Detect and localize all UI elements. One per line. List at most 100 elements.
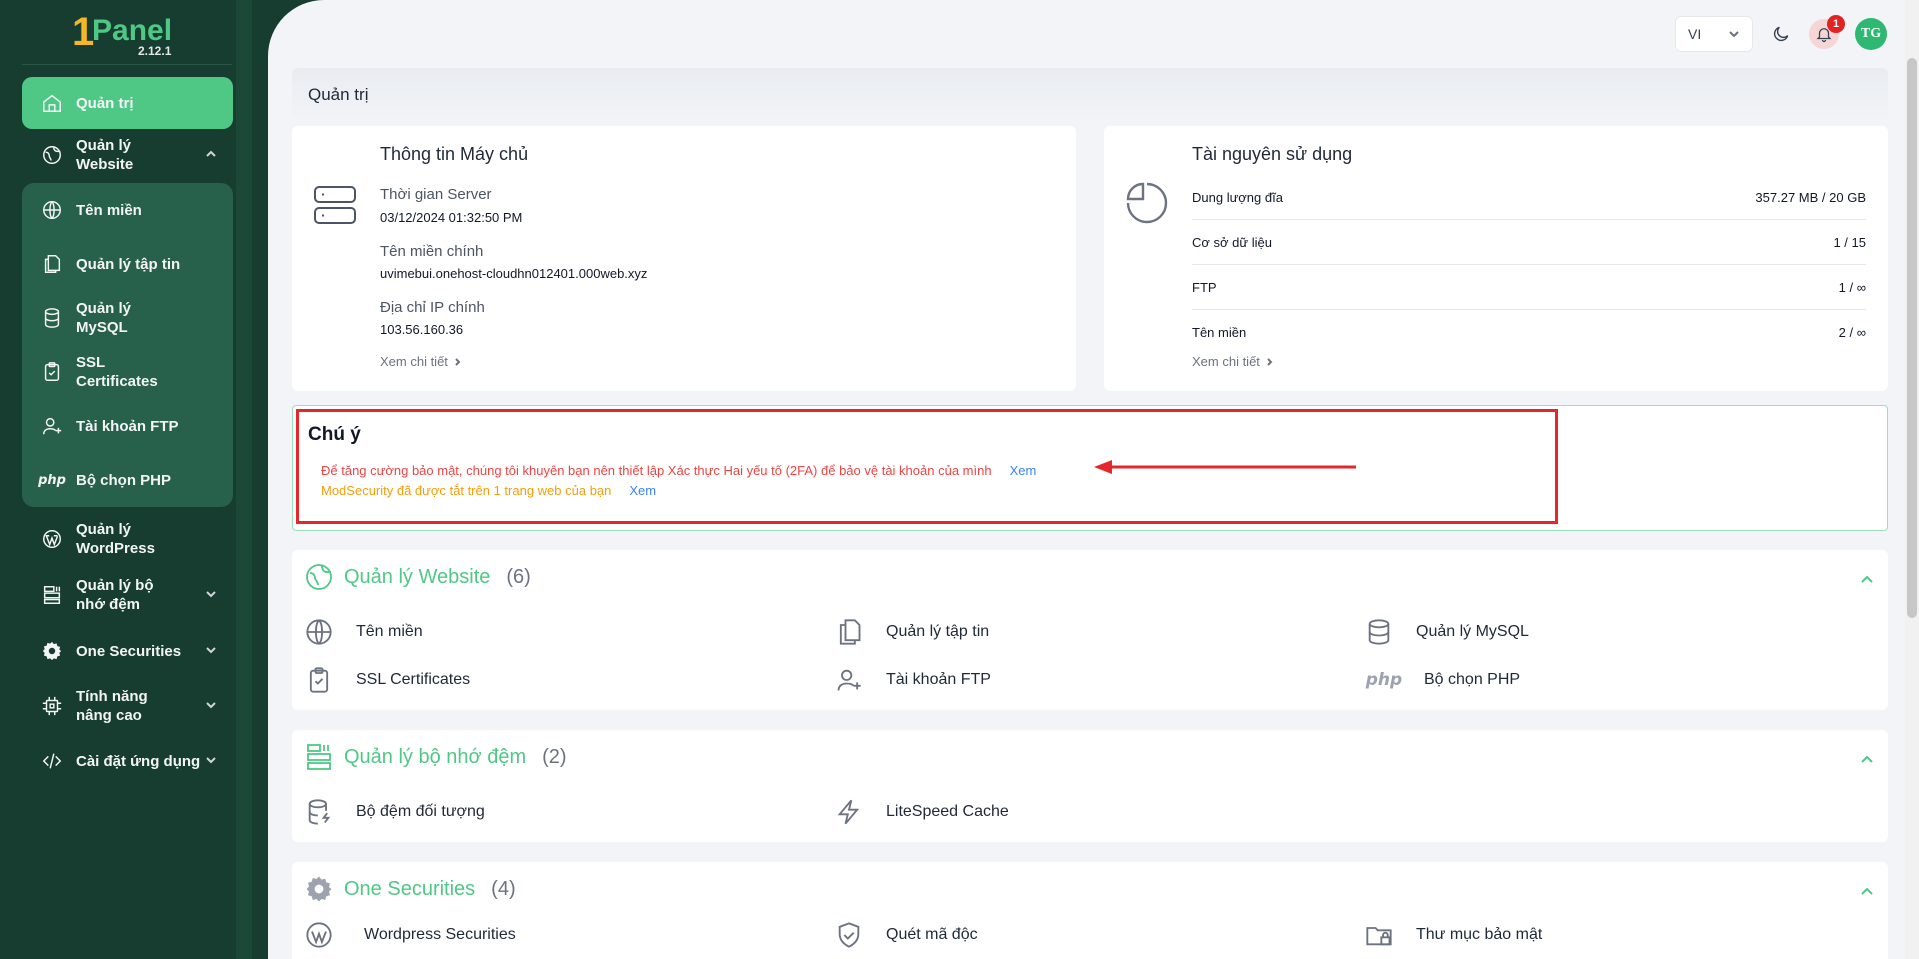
globe-icon	[40, 198, 64, 222]
server-detail-link[interactable]: Xem chi tiết	[380, 354, 462, 369]
website-item-files[interactable]: Quản lý tập tin	[834, 617, 989, 647]
resource-value: 1 / ∞	[1838, 279, 1866, 295]
server-time-label: Thời gian Server	[380, 186, 492, 203]
sidebar-item-label: Quản lý bộ nhớ đệm	[76, 577, 154, 613]
resource-row-ftp: FTP 1 / ∞	[1192, 265, 1866, 310]
resource-label: Tên miền	[1192, 325, 1247, 340]
server-icon	[312, 182, 358, 233]
website-item-ftp[interactable]: Tài khoản FTP	[834, 665, 991, 695]
primary-domain-value: uvimebui.onehost-cloudhn012401.000web.xy…	[380, 266, 648, 281]
chevron-down-icon	[1729, 31, 1739, 38]
user-avatar[interactable]: TG	[1855, 18, 1887, 50]
cache-section-header[interactable]: Quản lý bộ nhớ đệm (2)	[304, 742, 567, 772]
language-value: VI	[1688, 26, 1702, 42]
resource-label: FTP	[1192, 279, 1217, 295]
shield-check-icon	[834, 920, 864, 950]
cache-item-object[interactable]: Bộ đệm đối tượng	[304, 797, 485, 827]
lightning-icon	[834, 797, 864, 827]
sidebar-nav: Quản trị Quản lý Website Tên miền Quản l…	[22, 77, 233, 787]
chevron-right-icon	[455, 357, 461, 366]
chevron-up-icon[interactable]	[1860, 884, 1874, 903]
primary-ip-label: Địa chỉ IP chính	[380, 299, 485, 316]
language-select[interactable]: VI	[1675, 16, 1753, 52]
cache-item-litespeed[interactable]: LiteSpeed Cache	[834, 797, 1009, 827]
sidebar-item-label: Quản lý WordPress	[76, 521, 155, 557]
sidebar-item-label: Bộ chọn PHP	[76, 471, 172, 489]
scrollbar[interactable]	[1905, 0, 1919, 959]
files-icon	[834, 617, 864, 647]
sidebar-item-ssl[interactable]: SSL Certificates	[22, 345, 233, 399]
php-icon-text: php	[38, 472, 66, 488]
sidebar-item-securities[interactable]: One Securities	[22, 625, 233, 677]
sidebar-item-files[interactable]: Quản lý tập tin	[22, 237, 233, 291]
website-item-domains[interactable]: Tên miền	[304, 617, 423, 647]
website-item-mysql[interactable]: Quản lý MySQL	[1364, 617, 1529, 647]
notice-modsecurity-link[interactable]: Xem	[629, 483, 656, 498]
sidebar-item-advanced[interactable]: Tính năng nâng cao	[22, 677, 233, 735]
primary-ip-value: 103.56.160.36	[380, 322, 464, 337]
page-title: Quản trị	[292, 68, 1888, 122]
sidebar-item-label: Quản trị	[76, 94, 134, 112]
sidebar-item-label: SSL Certificates	[76, 354, 158, 390]
sidebar-item-domains[interactable]: Tên miền	[22, 183, 233, 237]
notification-badge: 1	[1827, 15, 1845, 33]
website-section-header[interactable]: Quản lý Website (6)	[304, 562, 531, 592]
main-content: VI 1 TG Quản trị Thông tin Máy chủ Thời …	[268, 0, 1919, 959]
sidebar-item-php[interactable]: php Bộ chọn PHP	[22, 453, 233, 507]
sidebar-item-cache[interactable]: Quản lý bộ nhớ đệm	[22, 565, 233, 625]
sidebar-item-dashboard[interactable]: Quản trị	[22, 77, 233, 129]
server-detail-label: Xem chi tiết	[380, 354, 448, 369]
wordpress-icon	[40, 527, 64, 551]
chevron-up-icon[interactable]	[1860, 572, 1874, 591]
item-label: Quản lý tập tin	[886, 623, 990, 640]
chip-icon	[40, 694, 64, 718]
sidebar-item-label: Quản lý Website	[76, 137, 134, 173]
resource-label: Dung lượng đĩa	[1192, 189, 1283, 205]
php-icon-text: php	[1365, 670, 1403, 690]
app-logo[interactable]: 1 Panel 2.12.1	[72, 12, 182, 58]
gear-icon	[40, 639, 64, 663]
sidebar-item-wordpress[interactable]: Quản lý WordPress	[22, 513, 233, 565]
chevron-down-icon	[205, 753, 217, 769]
sidebar-item-apps[interactable]: Cài đặt ứng dụng	[22, 735, 233, 787]
dark-mode-toggle[interactable]	[1769, 22, 1793, 46]
user-plus-icon	[834, 665, 864, 695]
notifications-button[interactable]: 1	[1809, 15, 1845, 49]
cache-section: Quản lý bộ nhớ đệm (2) Bộ đệm đối tượng L…	[292, 730, 1888, 842]
notice-2fa-text: Để tăng cường bảo mật, chúng tôi khuyên …	[321, 463, 992, 478]
sidebar-item-label: Tên miền	[76, 201, 142, 219]
code-icon	[40, 749, 64, 773]
resources-detail-link[interactable]: Xem chi tiết	[1192, 354, 1274, 369]
sidebar-item-label: Cài đặt ứng dụng	[76, 752, 201, 770]
server-info-title: Thông tin Máy chủ	[380, 144, 529, 164]
chevron-up-icon[interactable]	[1860, 752, 1874, 771]
website-item-php[interactable]: php Bộ chọn PHP	[1364, 665, 1520, 695]
sidebar-item-ftp[interactable]: Tài khoản FTP	[22, 399, 233, 453]
cache-icon	[40, 583, 64, 607]
resources-title: Tài nguyên sử dụng	[1192, 144, 1353, 164]
item-label: Thư mục bảo mật	[1416, 926, 1543, 943]
wordpress-icon	[304, 920, 334, 950]
notice-2fa-message: Để tăng cường bảo mật, chúng tôi khuyên …	[321, 463, 1036, 478]
notice-2fa-link[interactable]: Xem	[1010, 463, 1037, 478]
security-item-malware-scan[interactable]: Quét mã độc	[834, 920, 978, 950]
gear-icon	[306, 876, 332, 902]
securities-section-header[interactable]: One Securities (4)	[304, 874, 516, 904]
section-count: (4)	[491, 877, 516, 900]
security-item-protected-folder[interactable]: Thư mục bảo mật	[1364, 920, 1542, 950]
website-item-ssl[interactable]: SSL Certificates	[304, 665, 470, 695]
sidebar-divider	[22, 64, 232, 65]
database-icon	[40, 306, 64, 330]
item-label: Bộ chọn PHP	[1424, 671, 1521, 688]
resources-card: Tài nguyên sử dụng Dung lượng đĩa 357.27…	[1104, 126, 1888, 391]
item-label: LiteSpeed Cache	[886, 803, 1009, 820]
chevron-up-icon	[205, 147, 217, 163]
item-label: Tên miền	[356, 623, 423, 640]
sidebar-item-mysql[interactable]: Quản lý MySQL	[22, 291, 233, 345]
scrollbar-thumb[interactable]	[1907, 58, 1917, 618]
notice-modsecurity-message: ModSecurity đã được tắt trên 1 trang web…	[321, 483, 656, 498]
security-item-wordpress[interactable]: Wordpress Securities	[304, 920, 516, 950]
chevron-down-icon	[205, 643, 217, 659]
sidebar-item-website[interactable]: Quản lý Website	[22, 129, 233, 181]
item-label: Quản lý MySQL	[1416, 623, 1529, 640]
